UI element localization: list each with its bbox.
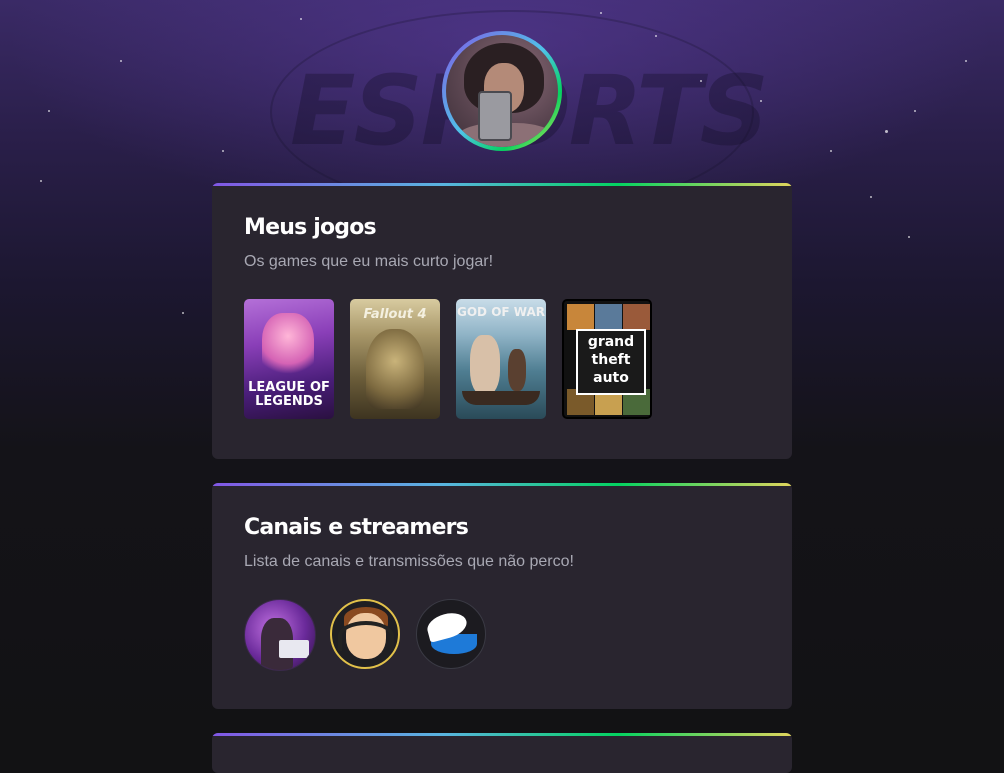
streamers-card: Canais e streamers Lista de canais e tra…: [212, 483, 792, 709]
star: [885, 130, 888, 133]
star: [120, 60, 122, 62]
game-cover-league-of-legends[interactable]: LEAGUE OF LEGENDS: [244, 299, 334, 419]
game-cover-god-of-war[interactable]: GOD OF WAR: [456, 299, 546, 419]
atreus-art: [508, 349, 526, 391]
games-subtitle: Os games que eu mais curto jogar!: [244, 253, 494, 270]
gradient-top-bar: [212, 483, 792, 486]
star: [760, 100, 762, 102]
game-cover-fallout-4[interactable]: Fallout 4: [350, 299, 440, 419]
games-title: Meus jogos: [244, 215, 377, 240]
star: [914, 110, 916, 112]
boat-art: [462, 391, 540, 405]
streamer-avatar-1-icon[interactable]: [244, 599, 316, 671]
profile-avatar[interactable]: [442, 31, 562, 151]
streamers-title: Canais e streamers: [244, 515, 469, 540]
lol-logo-text: LEAGUE OF LEGENDS: [248, 380, 330, 409]
star: [222, 150, 224, 152]
gradient-top-bar: [212, 183, 792, 186]
games-card: Meus jogos Os games que eu mais curto jo…: [212, 183, 792, 459]
star: [182, 312, 184, 314]
star: [40, 180, 42, 182]
star: [300, 18, 302, 20]
gow-logo-text: GOD OF WAR: [457, 305, 545, 319]
gradient-top-bar: [212, 733, 792, 736]
game-cover-gta-v[interactable]: grand theft auto: [562, 299, 652, 419]
star: [908, 236, 910, 238]
star: [600, 12, 602, 14]
star: [870, 196, 872, 198]
star: [700, 80, 702, 82]
star: [965, 60, 967, 62]
streamer-avatar-2-icon[interactable]: [330, 599, 400, 669]
streamer-avatar-3-icon[interactable]: [416, 599, 486, 669]
power-armor-art: [366, 329, 424, 409]
star: [655, 35, 657, 37]
next-card: [212, 733, 792, 773]
lol-character-art: [262, 313, 314, 379]
star: [830, 150, 832, 152]
gta-logo: grand theft auto: [576, 329, 646, 395]
profile-photo-icon: [446, 35, 558, 147]
fallout-logo-text: Fallout 4: [363, 307, 427, 322]
star: [48, 110, 50, 112]
kratos-art: [470, 335, 500, 395]
streamers-subtitle: Lista de canais e transmissões que não p…: [244, 553, 574, 570]
